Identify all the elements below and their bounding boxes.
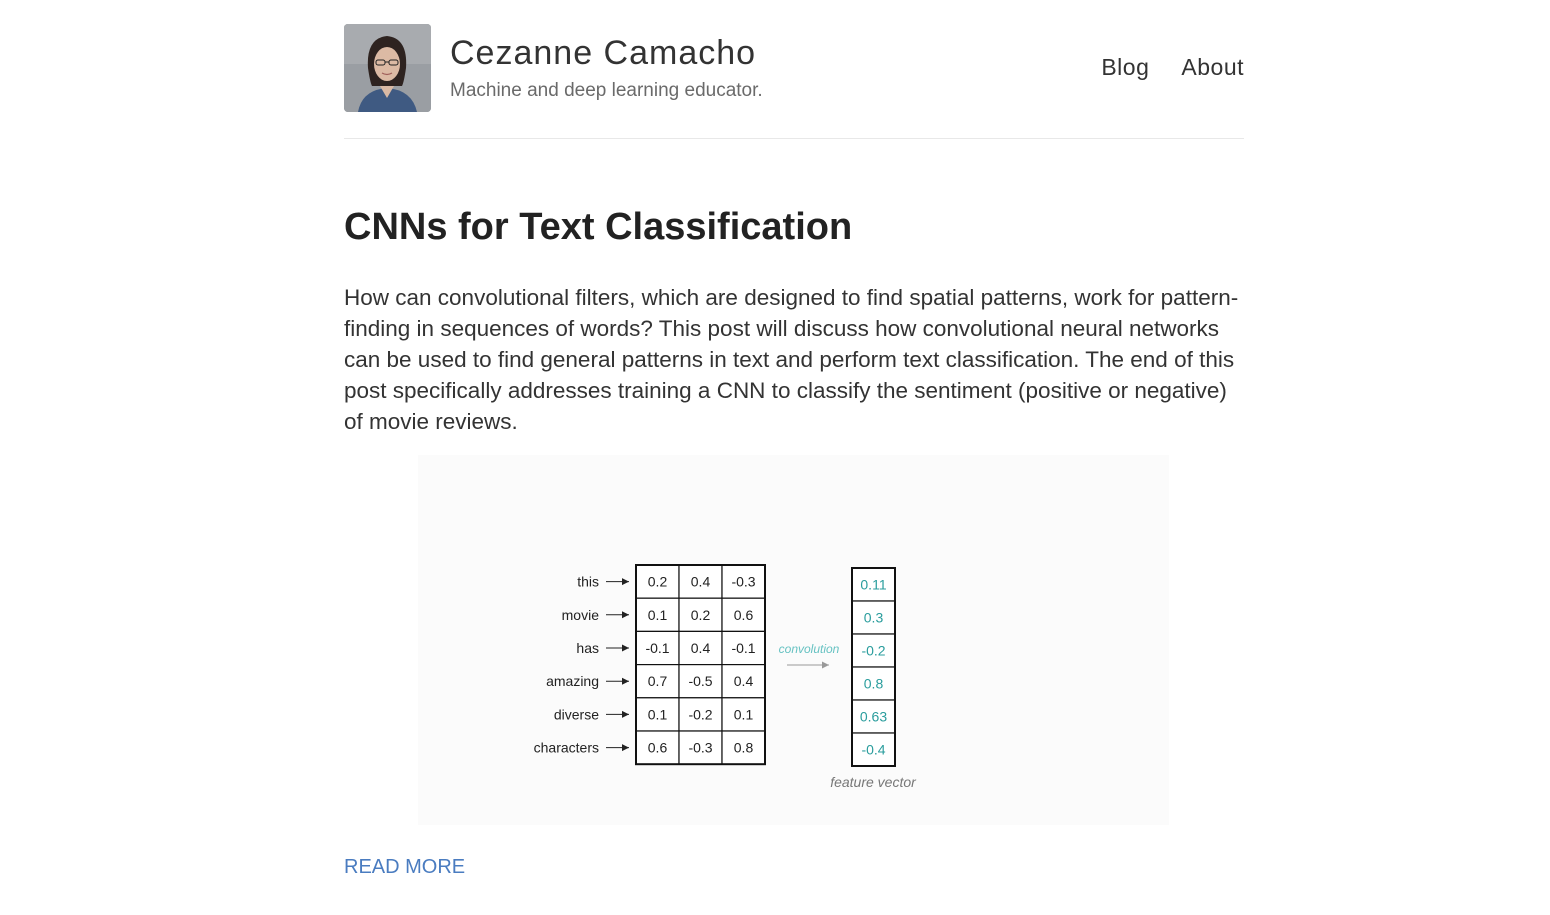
word-label-movie: movie <box>562 607 600 623</box>
feature-value: -0.4 <box>861 742 885 758</box>
matrix-value: 0.1 <box>734 706 754 722</box>
matrix-value: 0.7 <box>648 673 668 689</box>
feature-value: -0.2 <box>861 643 885 659</box>
matrix-value: -0.2 <box>688 706 712 722</box>
read-more-link[interactable]: READ MORE <box>344 856 465 879</box>
matrix-value: 0.8 <box>734 740 754 756</box>
matrix-value: -0.1 <box>645 640 669 656</box>
matrix-value: 0.6 <box>734 607 754 623</box>
site-title[interactable]: Cezanne Camacho <box>450 34 756 73</box>
matrix-value: -0.3 <box>688 740 712 756</box>
feature-value: 0.8 <box>864 676 884 692</box>
feature-value: 0.3 <box>864 610 884 626</box>
matrix-value: 0.1 <box>648 706 668 722</box>
convolution-label: convolution <box>779 642 840 656</box>
post-figure: this movie has amazing diverse characters 0.2… <box>418 455 1169 825</box>
word-label-this: this <box>577 574 599 590</box>
matrix-value: 0.2 <box>648 574 668 590</box>
feature-vector-label: feature vector <box>830 774 917 790</box>
matrix-value: -0.3 <box>731 574 755 590</box>
word-label-has: has <box>576 640 599 656</box>
site-tagline: Machine and deep learning educator. <box>450 80 763 101</box>
feature-value: 0.63 <box>860 709 887 725</box>
site-header: Cezanne Camacho Machine and deep learnin… <box>344 24 1244 139</box>
matrix-value: 0.4 <box>734 673 754 689</box>
matrix-value: 0.1 <box>648 607 668 623</box>
word-label-characters: characters <box>534 740 599 756</box>
matrix-value: 0.6 <box>648 740 668 756</box>
post-excerpt: How can convolutional filters, which are… <box>344 285 1239 434</box>
matrix-value: 0.2 <box>691 607 711 623</box>
nav-link-blog[interactable]: Blog <box>1101 54 1149 81</box>
author-avatar[interactable] <box>344 24 431 112</box>
word-label-amazing: amazing <box>546 673 599 689</box>
main-nav: Blog About <box>1101 54 1244 81</box>
nav-link-about[interactable]: About <box>1181 54 1244 81</box>
cnn-text-diagram: this movie has amazing diverse characters 0.2… <box>534 564 917 790</box>
matrix-value: 0.4 <box>691 574 711 590</box>
matrix-value: -0.5 <box>688 673 712 689</box>
matrix-value: -0.1 <box>731 640 755 656</box>
post-title[interactable]: CNNs for Text Classification <box>344 206 852 249</box>
avatar-photo <box>344 24 431 112</box>
matrix-value: 0.4 <box>691 640 711 656</box>
feature-value: 0.11 <box>860 577 886 593</box>
word-label-diverse: diverse <box>554 706 599 722</box>
